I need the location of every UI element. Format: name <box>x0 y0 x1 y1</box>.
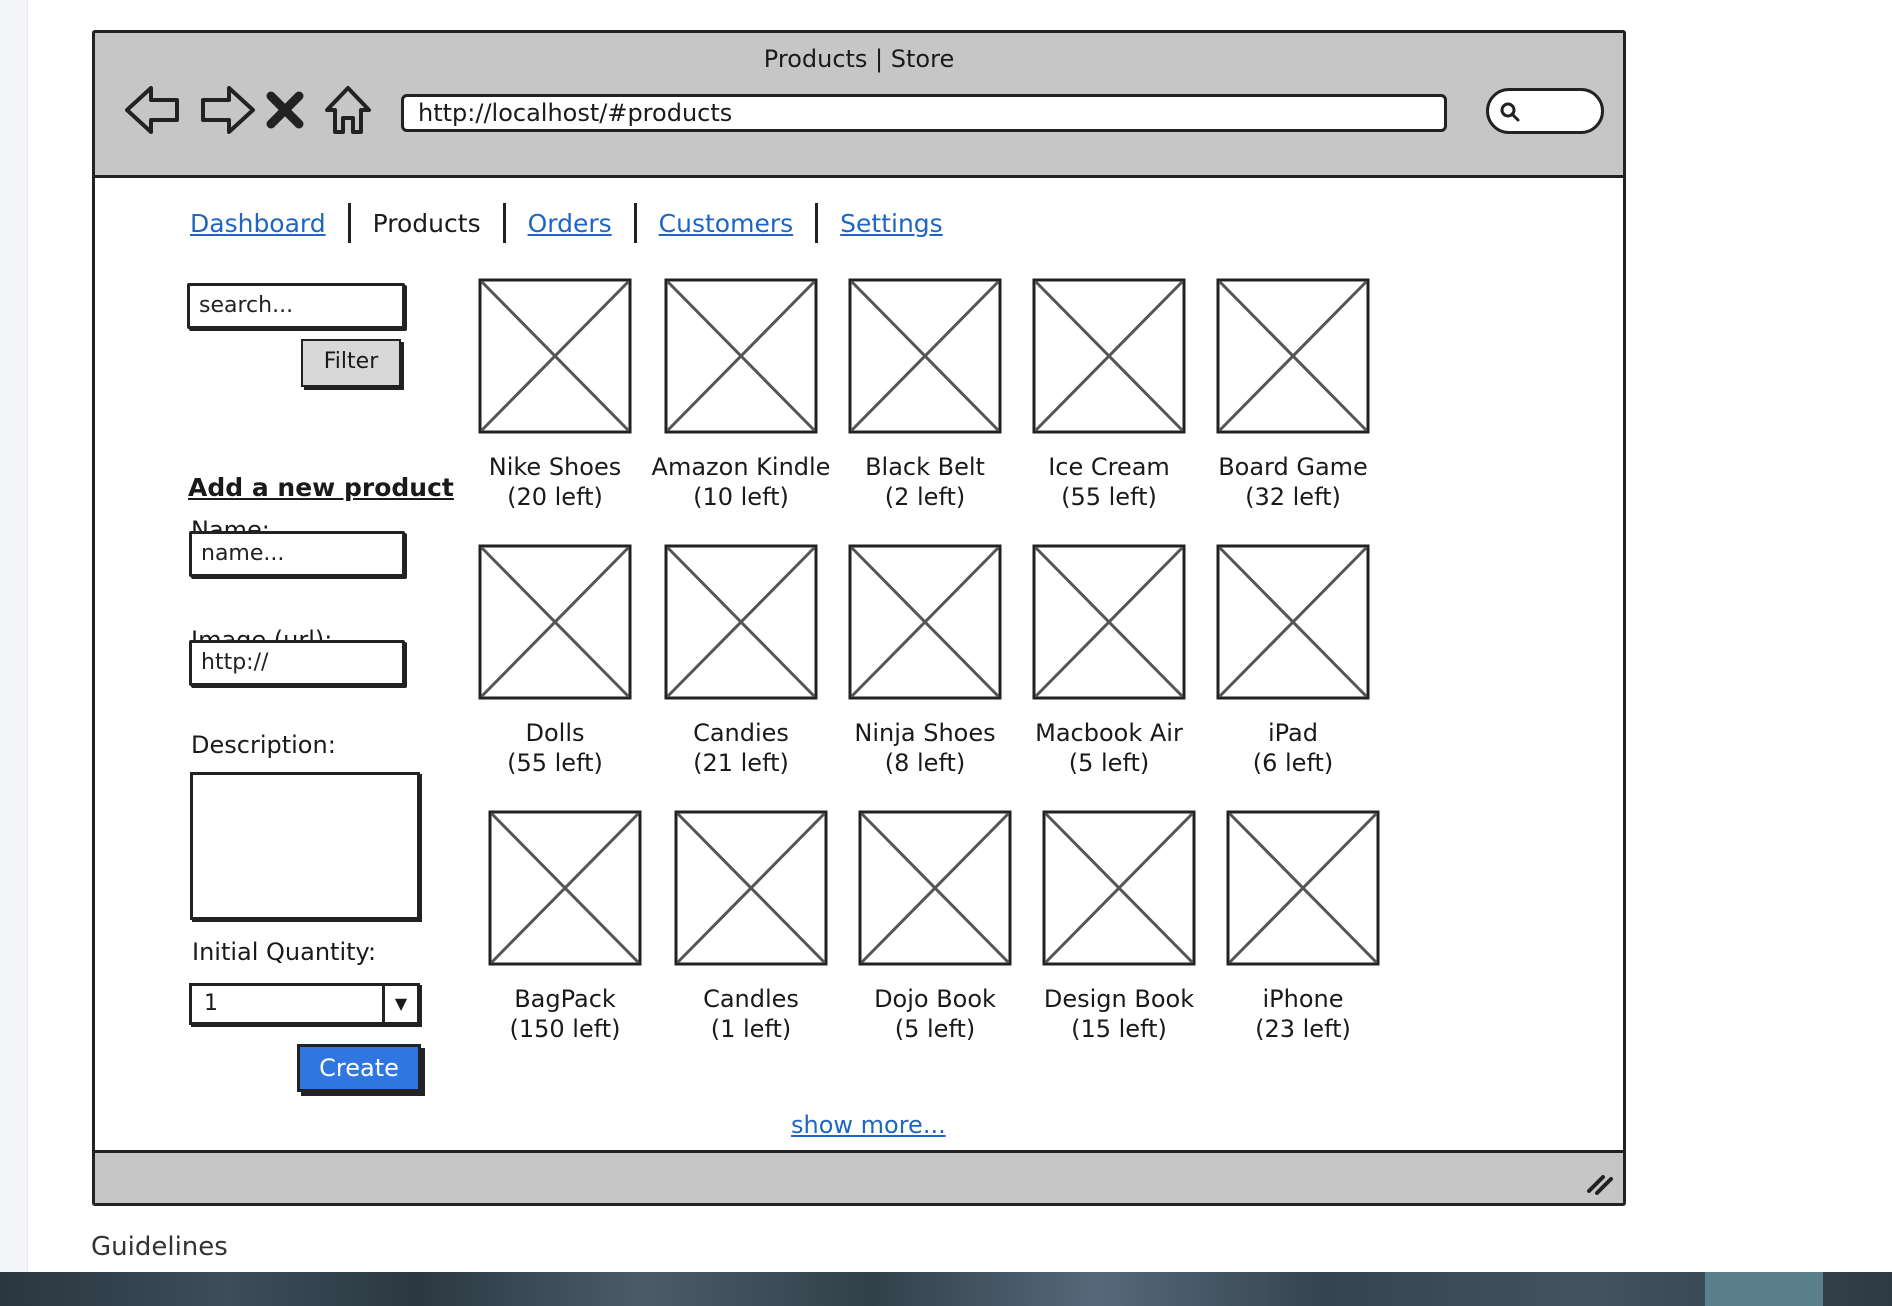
product-stock: (8 left) <box>884 749 966 777</box>
photo-accent-block <box>1705 1272 1823 1306</box>
product-card[interactable]: Black Belt (2 left) <box>835 278 1015 512</box>
nav-separator <box>502 203 506 243</box>
product-stock: (5 left) <box>1068 749 1150 777</box>
product-card[interactable]: iPad (6 left) <box>1203 544 1383 778</box>
browser-toolbar: Products | Store http://localhost/#produ… <box>95 33 1623 178</box>
product-card[interactable]: BagPack (150 left) <box>475 810 655 1044</box>
product-name: Candies <box>693 719 789 747</box>
background-photo-strip <box>0 1272 1892 1306</box>
image-placeholder-icon <box>664 544 818 700</box>
product-card[interactable]: Design Book (15 left) <box>1029 810 1209 1044</box>
resize-grip-icon[interactable] <box>1585 1169 1615 1195</box>
nav-link-settings[interactable]: Settings <box>840 209 943 238</box>
image-url-input[interactable]: http:// <box>189 640 405 686</box>
nav-link-dashboard[interactable]: Dashboard <box>190 209 326 238</box>
product-stock: (20 left) <box>507 483 603 511</box>
section-caption: Guidelines <box>91 1232 228 1262</box>
nav-separator <box>633 203 637 243</box>
product-name: Nike Shoes <box>488 453 622 481</box>
image-placeholder-icon <box>1032 544 1186 700</box>
image-placeholder-icon <box>848 544 1002 700</box>
product-search-input[interactable]: search... <box>187 283 405 329</box>
nav-link-customers[interactable]: Customers <box>659 209 793 238</box>
product-name-input[interactable]: name... <box>189 531 405 577</box>
left-gutter <box>0 0 28 1272</box>
product-stock: (6 left) <box>1252 749 1334 777</box>
forward-arrow-icon[interactable] <box>195 78 259 142</box>
product-name: Macbook Air <box>1035 719 1183 747</box>
product-name: Amazon Kindle <box>651 453 831 481</box>
browser-search-field[interactable] <box>1486 88 1604 134</box>
image-placeholder-icon <box>478 278 632 434</box>
nav-link-orders[interactable]: Orders <box>528 209 612 238</box>
product-stock: (15 left) <box>1071 1015 1167 1043</box>
product-card[interactable]: Ice Cream (55 left) <box>1019 278 1199 512</box>
product-card[interactable]: Board Game (32 left) <box>1203 278 1383 512</box>
nav-separator <box>347 203 351 243</box>
description-textarea[interactable] <box>190 772 420 920</box>
product-card[interactable]: Nike Shoes (20 left) <box>465 278 645 512</box>
image-placeholder-icon <box>478 544 632 700</box>
add-product-heading: Add a new product <box>188 473 454 502</box>
product-name: Dojo Book <box>874 985 996 1013</box>
quantity-select[interactable]: 1 ▼ <box>189 983 420 1025</box>
product-name: iPhone <box>1262 985 1344 1013</box>
product-name: Ice Cream <box>1048 453 1170 481</box>
image-placeholder-icon <box>1216 278 1370 434</box>
window-title: Products | Store <box>763 45 955 73</box>
product-card[interactable]: Dolls (55 left) <box>465 544 645 778</box>
show-more-link[interactable]: show more... <box>791 1111 946 1139</box>
magnifier-icon <box>1500 102 1520 122</box>
product-stock: (1 left) <box>710 1015 792 1043</box>
stop-x-icon[interactable] <box>263 78 307 142</box>
product-card[interactable]: Candles (1 left) <box>661 810 841 1044</box>
product-name: iPad <box>1267 719 1318 747</box>
image-placeholder-icon <box>488 810 642 966</box>
nav-item-products-current: Products <box>372 208 481 238</box>
create-product-button[interactable]: Create <box>297 1044 421 1092</box>
address-bar[interactable]: http://localhost/#products <box>401 94 1447 132</box>
description-field-label: Description: <box>191 731 336 759</box>
quantity-field-label: Initial Quantity: <box>192 938 377 966</box>
product-stock: (55 left) <box>1061 483 1157 511</box>
dropdown-arrow-icon: ▼ <box>382 986 417 1022</box>
product-name: Design Book <box>1043 985 1195 1013</box>
product-stock: (2 left) <box>884 483 966 511</box>
product-card[interactable]: Candies (21 left) <box>651 544 831 778</box>
product-stock: (55 left) <box>507 749 603 777</box>
image-placeholder-icon <box>664 278 818 434</box>
product-stock: (5 left) <box>894 1015 976 1043</box>
product-name: Dolls <box>525 719 585 747</box>
image-placeholder-icon <box>1042 810 1196 966</box>
image-placeholder-icon <box>858 810 1012 966</box>
nav-separator <box>815 203 819 243</box>
product-stock: (21 left) <box>693 749 789 777</box>
image-placeholder-icon <box>1216 544 1370 700</box>
image-placeholder-icon <box>1032 278 1186 434</box>
product-card[interactable]: Dojo Book (5 left) <box>845 810 1025 1044</box>
product-name: Black Belt <box>865 453 985 481</box>
product-stock: (150 left) <box>509 1015 621 1043</box>
product-stock: (32 left) <box>1245 483 1341 511</box>
product-card[interactable]: Macbook Air (5 left) <box>1019 544 1199 778</box>
product-name: Candles <box>703 985 799 1013</box>
product-name: BagPack <box>514 985 616 1013</box>
image-placeholder-icon <box>1226 810 1380 966</box>
product-card[interactable]: Ninja Shoes (8 left) <box>835 544 1015 778</box>
quantity-value: 1 <box>204 991 218 1016</box>
image-placeholder-icon <box>674 810 828 966</box>
home-icon[interactable] <box>321 78 375 142</box>
product-stock: (10 left) <box>693 483 789 511</box>
back-arrow-icon[interactable] <box>121 78 185 142</box>
browser-status-bar <box>95 1150 1623 1203</box>
product-card[interactable]: Amazon Kindle (10 left) <box>651 278 831 512</box>
product-name: Ninja Shoes <box>854 719 996 747</box>
top-navigation: Dashboard Products Orders Customers Sett… <box>190 203 943 243</box>
product-name: Board Game <box>1218 453 1368 481</box>
image-placeholder-icon <box>848 278 1002 434</box>
filter-button[interactable]: Filter <box>301 339 401 387</box>
product-card[interactable]: iPhone (23 left) <box>1213 810 1393 1044</box>
product-stock: (23 left) <box>1255 1015 1351 1043</box>
browser-window-mockup: Products | Store http://localhost/#produ… <box>92 30 1626 1206</box>
